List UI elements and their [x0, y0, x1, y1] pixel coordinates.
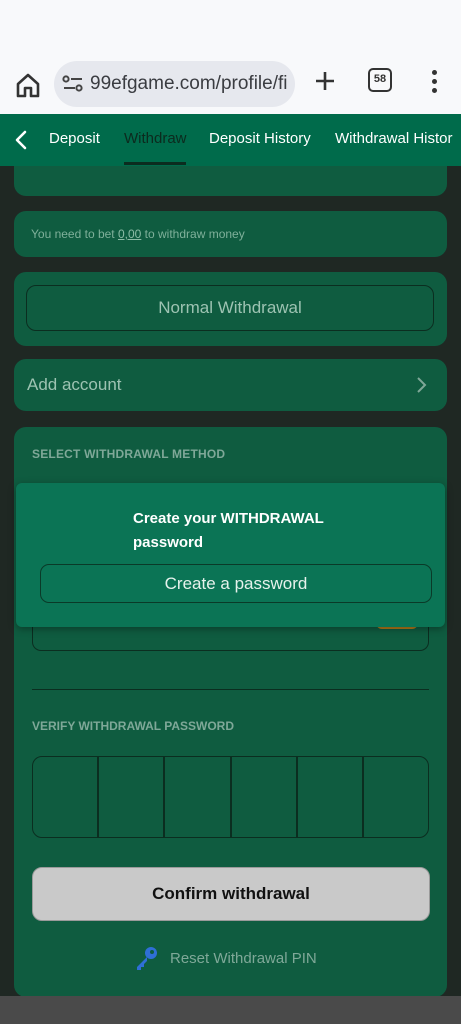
browser-toolbar: 99efgame.com/profile/fi 58	[0, 56, 461, 114]
tab-withdraw[interactable]: Withdraw	[124, 130, 187, 147]
pin-digit[interactable]	[232, 757, 298, 837]
home-icon[interactable]	[12, 69, 44, 101]
tab-switcher-button[interactable]: 58	[368, 68, 392, 92]
verify-password-title: VERIFY WITHDRAWAL PASSWORD	[32, 719, 235, 733]
bet-notice-text: You need to bet 0,00 to withdraw money	[31, 227, 245, 241]
add-account-row[interactable]: Add account	[14, 359, 447, 411]
pin-digit[interactable]	[298, 757, 364, 837]
bet-notice-card: You need to bet 0,00 to withdraw money	[14, 211, 447, 257]
create-password-button[interactable]: Create a password	[40, 564, 432, 603]
address-bar[interactable]: 99efgame.com/profile/fi	[54, 61, 295, 107]
top-tab-bar: Deposit Withdraw Deposit History Withdra…	[0, 114, 461, 166]
active-tab-indicator	[124, 162, 186, 165]
pin-digit[interactable]	[165, 757, 232, 837]
create-password-dialog: Create your WITHDRAWAL password Create a…	[16, 483, 445, 627]
reset-pin-link[interactable]: Reset Withdrawal PIN	[132, 943, 317, 973]
pin-digit[interactable]	[33, 757, 100, 837]
bet-amount: 0,00	[117, 227, 142, 241]
tab-withdrawal-history[interactable]: Withdrawal Histor	[335, 130, 453, 147]
new-tab-icon[interactable]	[310, 66, 340, 96]
tab-deposit-history[interactable]: Deposit History	[209, 130, 311, 147]
pin-digit[interactable]	[99, 757, 166, 837]
status-bar-area	[0, 0, 461, 56]
confirm-withdrawal-button[interactable]: Confirm withdrawal	[32, 867, 430, 921]
normal-withdrawal-button[interactable]: Normal Withdrawal	[26, 285, 434, 331]
key-icon	[132, 944, 160, 972]
dialog-title: Create your WITHDRAWAL password	[133, 510, 324, 551]
pin-input[interactable]	[32, 756, 429, 838]
withdraw-type-card: Normal Withdrawal	[14, 272, 447, 346]
url-text: 99efgame.com/profile/fi	[90, 73, 288, 94]
balance-card-partial	[14, 166, 447, 196]
tab-deposit[interactable]: Deposit	[49, 130, 100, 147]
system-navigation-bar	[0, 996, 461, 1024]
more-menu-icon[interactable]	[428, 68, 440, 94]
site-settings-icon[interactable]	[62, 74, 84, 94]
reset-pin-label: Reset Withdrawal PIN	[170, 949, 317, 967]
divider	[32, 689, 429, 690]
pin-digit[interactable]	[364, 757, 428, 837]
select-method-title: SELECT WITHDRAWAL METHOD	[32, 447, 226, 461]
back-arrow-icon[interactable]	[10, 128, 34, 152]
add-account-label: Add account	[27, 375, 122, 394]
chevron-right-icon	[415, 374, 429, 396]
